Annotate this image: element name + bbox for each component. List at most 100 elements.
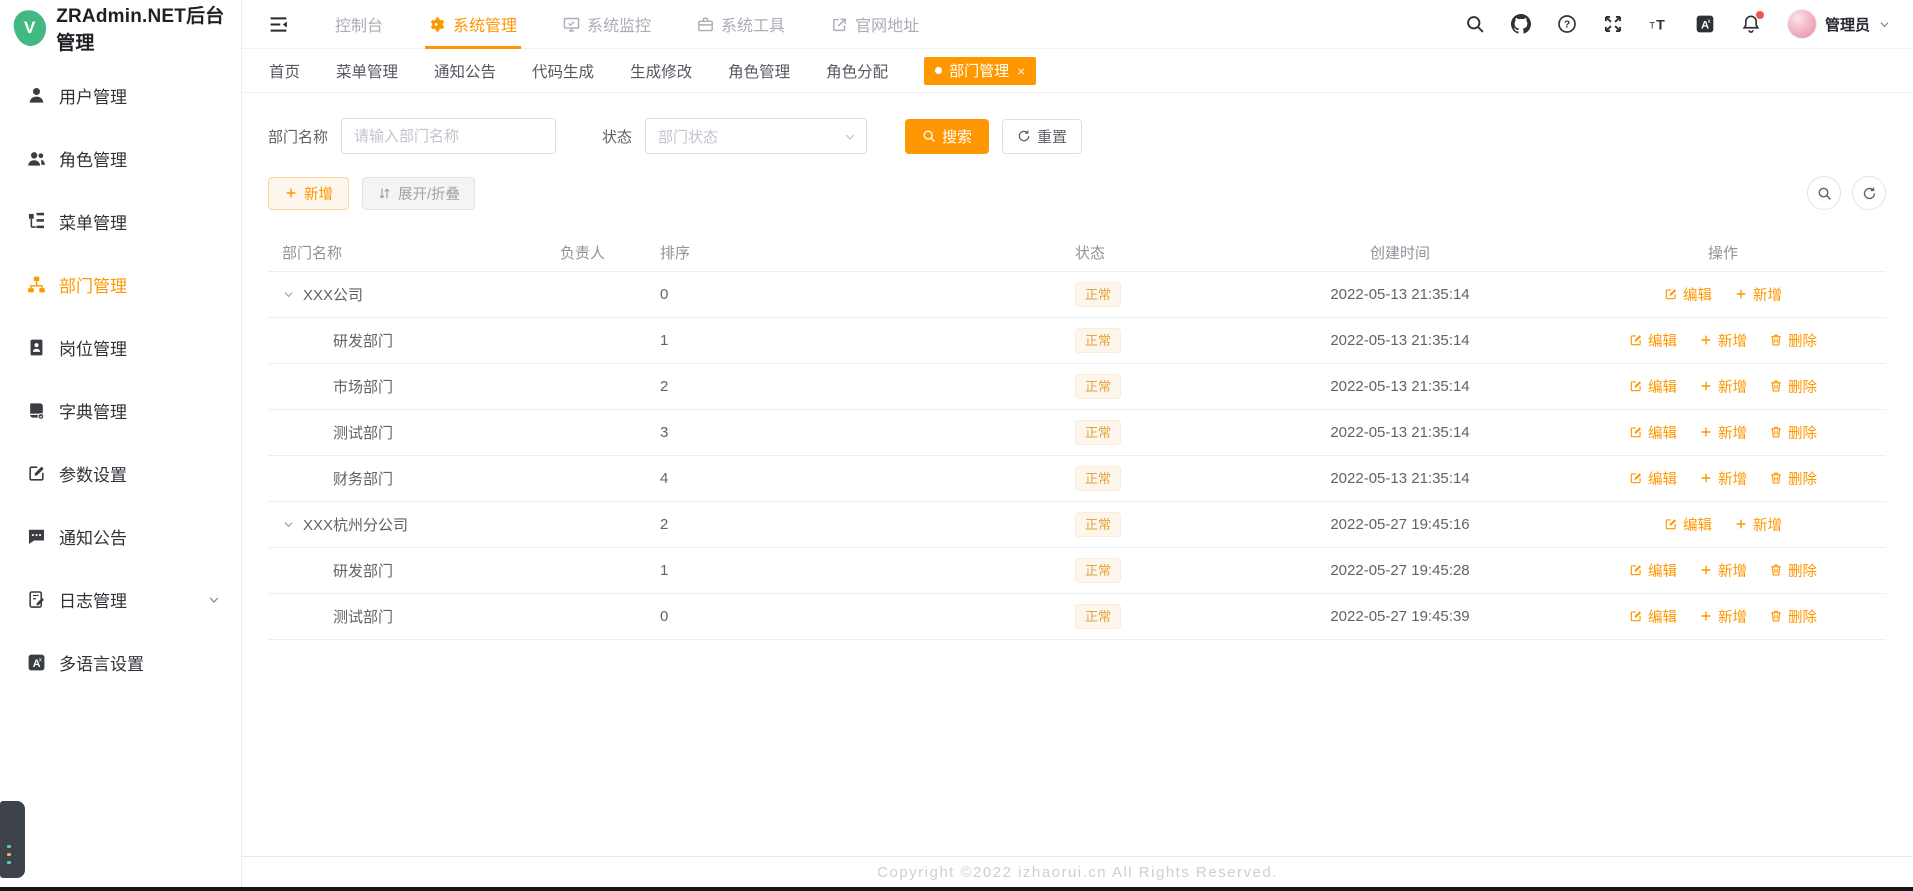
logo-row[interactable]: V ZRAdmin.NET后台管理 — [0, 0, 241, 56]
sidebar-item-dict[interactable]: 字典管理 — [0, 379, 241, 442]
sidebar-collapse-icon[interactable] — [268, 14, 289, 35]
table-row: 测试部门 3 正常 2022-05-13 21:35:14 编辑 新增 删除 — [268, 410, 1886, 456]
action-label: 新增 — [1718, 333, 1747, 350]
actions-cell: 编辑 新增 删除 — [1560, 560, 1886, 582]
sidebar-item-params[interactable]: 参数设置 — [0, 442, 241, 505]
tab-1[interactable]: 菜单管理 — [336, 60, 398, 82]
add-action[interactable]: 新增 — [1734, 514, 1782, 535]
tab-0[interactable]: 首页 — [269, 60, 300, 82]
edit-action[interactable]: 编辑 — [1664, 514, 1712, 535]
avatar[interactable] — [1786, 9, 1817, 39]
sidebar-item-label: 部门管理 — [59, 277, 127, 296]
add-action[interactable]: 新增 — [1699, 606, 1747, 627]
bell-button[interactable] — [1741, 11, 1764, 34]
order-cell: 4 — [660, 470, 669, 487]
add-action[interactable]: 新增 — [1699, 330, 1747, 351]
tab-4[interactable]: 生成修改 — [630, 60, 692, 82]
add-action[interactable]: 新增 — [1734, 284, 1782, 305]
sidebar-item-users[interactable]: 用户管理 — [0, 64, 241, 127]
order-cell: 1 — [660, 562, 669, 579]
table-row: XXX公司 0 正常 2022-05-13 21:35:14 编辑 新增 — [268, 272, 1886, 318]
add-button-label: 新增 — [304, 186, 333, 203]
tab-3[interactable]: 代码生成 — [532, 60, 594, 82]
nav-item-site-link[interactable]: 官网地址 — [831, 0, 919, 48]
search-icon — [1817, 186, 1832, 201]
sidebar-item-menus[interactable]: 菜单管理 — [0, 190, 241, 253]
active-tab-dot — [935, 67, 943, 74]
fullscreen-icon — [1603, 14, 1623, 34]
row-actions: 编辑 新增 — [1664, 284, 1782, 305]
delete-action[interactable]: 删除 — [1769, 606, 1817, 627]
nav-item-system-monitor[interactable]: 系统监控 — [563, 0, 651, 48]
dept-name-cell: 财务部门 — [268, 468, 560, 489]
add-action[interactable]: 新增 — [1699, 560, 1747, 581]
sidebar-item-depts[interactable]: 部门管理 — [0, 253, 241, 316]
sidebar-item-roles[interactable]: 角色管理 — [0, 127, 241, 190]
tab-2[interactable]: 通知公告 — [434, 60, 496, 82]
github-button[interactable] — [1510, 14, 1531, 34]
edit-action[interactable]: 编辑 — [1664, 284, 1712, 305]
row-actions: 编辑 新增 删除 — [1629, 560, 1817, 581]
question-button[interactable]: ? — [1557, 14, 1577, 34]
sidebar-item-label: 通知公告 — [59, 529, 127, 548]
gear-icon — [429, 16, 446, 33]
status-select[interactable]: 部门状态 — [645, 118, 868, 154]
add-action[interactable]: 新增 — [1699, 422, 1747, 443]
font-size-button[interactable]: TT — [1649, 14, 1669, 34]
edit-action[interactable]: 编辑 — [1629, 376, 1677, 397]
nav-item-console[interactable]: 控制台 — [335, 0, 383, 48]
edit-icon — [1664, 287, 1678, 301]
tree-toggle-icon[interactable] — [282, 518, 295, 531]
row-actions: 编辑 新增 删除 — [1629, 606, 1817, 627]
nav-item-system-admin[interactable]: 系统管理 — [425, 0, 522, 49]
add-action[interactable]: 新增 — [1699, 468, 1747, 489]
tab-active-depts[interactable]: 部门管理 × — [924, 56, 1037, 85]
status-select-placeholder: 部门状态 — [658, 128, 719, 146]
action-label: 编辑 — [1648, 333, 1677, 350]
add-button[interactable]: 新增 — [268, 176, 349, 210]
nav-item-system-tools[interactable]: 系统工具 — [697, 0, 785, 48]
reset-button[interactable]: 重置 — [1002, 118, 1083, 154]
sidebar-item-i18n[interactable]: Ax 多语言设置 — [0, 631, 241, 694]
delete-action[interactable]: 删除 — [1769, 330, 1817, 351]
edit-action[interactable]: 编辑 — [1629, 468, 1677, 489]
search-button[interactable] — [1465, 14, 1485, 34]
sidebar-item-logs[interactable]: 日志管理 — [0, 568, 241, 631]
expand-collapse-button[interactable]: 展开/折叠 — [362, 176, 476, 210]
app-title: ZRAdmin.NET后台管理 — [56, 6, 225, 54]
edit-action[interactable]: 编辑 — [1629, 560, 1677, 581]
add-action[interactable]: 新增 — [1699, 376, 1747, 397]
refresh-table-button[interactable] — [1852, 176, 1886, 210]
action-label: 删除 — [1788, 609, 1817, 626]
close-icon[interactable]: × — [1017, 63, 1025, 79]
plus-icon — [1734, 287, 1748, 301]
font-size-icon: TT — [1649, 14, 1669, 34]
tab-6[interactable]: 角色分配 — [826, 60, 888, 82]
fullscreen-button[interactable] — [1603, 14, 1623, 34]
floating-widget[interactable] — [0, 801, 25, 878]
menu-tree-icon — [27, 212, 46, 231]
edit-action[interactable]: 编辑 — [1629, 330, 1677, 351]
delete-action[interactable]: 删除 — [1769, 468, 1817, 489]
table-row: 市场部门 2 正常 2022-05-13 21:35:14 编辑 新增 删除 — [268, 364, 1886, 410]
delete-action[interactable]: 删除 — [1769, 560, 1817, 581]
tree-toggle-icon[interactable] — [282, 288, 295, 301]
sidebar-item-posts[interactable]: 岗位管理 — [0, 316, 241, 379]
action-label: 编辑 — [1648, 425, 1677, 442]
trash-icon — [1769, 471, 1783, 485]
footer: Copyright ©2022 izhaorui.cn All Rights R… — [242, 856, 1913, 887]
edit-action[interactable]: 编辑 — [1629, 606, 1677, 627]
sidebar-item-notice[interactable]: 通知公告 — [0, 505, 241, 568]
action-label: 编辑 — [1683, 287, 1712, 304]
search-button[interactable]: 搜索 — [905, 118, 990, 154]
tab-5[interactable]: 角色管理 — [728, 60, 790, 82]
user-menu[interactable]: 管理员 — [1786, 9, 1891, 39]
delete-action[interactable]: 删除 — [1769, 422, 1817, 443]
delete-action[interactable]: 删除 — [1769, 376, 1817, 397]
toggle-search-button[interactable] — [1807, 176, 1841, 210]
created-cell: 2022-05-13 21:35:14 — [1330, 286, 1470, 303]
edit-action[interactable]: 编辑 — [1629, 422, 1677, 443]
translate-button[interactable]: Ax — [1695, 14, 1715, 34]
actions-cell: 编辑 新增 删除 — [1560, 606, 1886, 628]
dept-name-input[interactable] — [341, 118, 557, 154]
